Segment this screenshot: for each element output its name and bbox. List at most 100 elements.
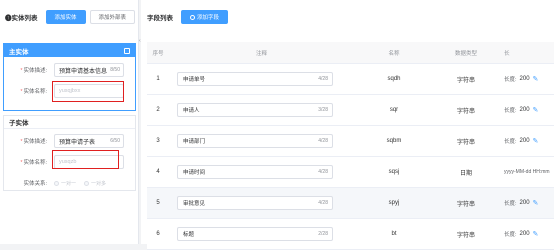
note-count: 3/28: [318, 107, 328, 113]
length-label: 长度:: [504, 108, 517, 114]
note-count: 4/28: [318, 200, 328, 206]
entity-list-header: ❶实体列表 添加实体 添加外部表: [0, 0, 138, 34]
note-cell: 标题 2/28: [169, 219, 354, 249]
row-number: 2: [156, 107, 160, 113]
note-input[interactable]: 申请部门 4/28: [177, 134, 333, 148]
main-entity-desc-input[interactable]: 预算申请基本信息 8/50: [54, 63, 124, 77]
length-label: 长度:: [504, 201, 517, 207]
sub-entity-desc-count: 6/50: [110, 138, 120, 144]
sub-entity-relation-row: 实体关系: 一对一 一对多: [4, 174, 137, 192]
relation-radio-group: 一对一 一对多: [54, 180, 114, 187]
note-cell: 申请时间 4/28: [169, 157, 354, 187]
note-value: 申请时间: [183, 170, 206, 176]
relation-one-to-one[interactable]: 一对一: [54, 180, 76, 187]
plus-circle-icon: [190, 14, 195, 20]
length-cell: 长度: 200 ✎: [498, 106, 554, 114]
entity-list-title: ❶实体列表: [5, 15, 38, 22]
add-field-label: 添加字段: [197, 15, 220, 21]
length-value: 200: [519, 76, 530, 82]
col-type-header: 数据类型: [454, 50, 477, 57]
radio-icon: [54, 180, 59, 186]
sub-entity-desc-value: 预算申请子表: [59, 139, 96, 146]
data-type: 字符串: [456, 139, 475, 146]
row-number: 1: [156, 76, 160, 82]
data-type: 字符串: [456, 232, 475, 239]
add-entity-button[interactable]: 添加实体: [45, 10, 86, 24]
row-number: 3: [156, 138, 160, 144]
row-number: 5: [156, 200, 160, 206]
length-cell: 长度: 200 ✎: [498, 230, 554, 238]
length-cell: 长度: 200 ✎: [498, 75, 554, 83]
note-input[interactable]: 申请时间 4/28: [177, 165, 333, 179]
main-entity-desc-value: 预算申请基本信息: [59, 68, 108, 75]
date-format: yyyy-MM-dd HH:mm: [504, 169, 550, 175]
length-cell: yyyy-MM-dd HH:mm: [498, 169, 554, 175]
table-row: 6 标题 2/28 bt 字符串 长度: 200 ✎: [147, 219, 554, 250]
relation-one-to-many-label: 一对多: [91, 180, 107, 187]
edit-icon[interactable]: ✎: [533, 106, 539, 114]
table-header: 序号 注释 名称 数据类型 长: [147, 42, 554, 64]
data-type: 日期: [459, 170, 472, 177]
table-row: 3 申请部门 4/28 sqbm 字符串 长度: 200 ✎: [147, 126, 554, 157]
highlight-box: [52, 81, 124, 102]
edit-icon[interactable]: ✎: [533, 199, 539, 207]
table-body: 1 申请单号 4/28 sqdh 字符串 长度: 200 ✎ 2 申请人 3/28 sqr 字符串 长度:…: [147, 64, 554, 250]
note-input[interactable]: 申请单号 4/28: [177, 72, 333, 86]
field-name: spyj: [388, 200, 400, 206]
sub-entity-name-label: 实体名称:: [23, 160, 47, 166]
length-value: 200: [519, 200, 530, 206]
sub-entity-desc-row: *实体描述: 预算申请子表 6/50: [4, 132, 137, 150]
data-type: 字符串: [456, 77, 475, 84]
sub-entity-card-header: 子实体: [4, 116, 135, 129]
note-input[interactable]: 审批意见 4/28: [177, 196, 333, 210]
field-table: 序号 注释 名称 数据类型 长 1 申请单号 4/28 sqdh 字符串 长度: 200 ✎ 2…: [147, 42, 554, 250]
main-entity-desc-label: 实体描述:: [23, 68, 47, 74]
col-name-header: 名称: [388, 50, 400, 57]
field-list-header: 字段列表 添加字段: [141, 0, 554, 34]
add-field-button[interactable]: 添加字段: [181, 10, 229, 24]
data-type: 字符串: [456, 201, 475, 208]
relation-one-to-many[interactable]: 一对多: [84, 180, 106, 187]
table-row: 1 申请单号 4/28 sqdh 字符串 长度: 200 ✎: [147, 64, 554, 95]
note-value: 申请单号: [183, 77, 206, 83]
note-count: 2/28: [318, 231, 328, 237]
field-list-title: 字段列表: [147, 15, 173, 22]
note-value: 标题: [183, 232, 195, 238]
col-len-header: 长: [504, 50, 510, 57]
col-note-header: 注释: [255, 50, 267, 57]
table-row: 5 审批意见 4/28 spyj 字符串 长度: 200 ✎: [147, 188, 554, 219]
copy-icon[interactable]: [124, 47, 130, 54]
main-entity-title: 主实体: [9, 48, 29, 56]
note-value: 审批意见: [183, 201, 206, 207]
note-count: 4/28: [318, 138, 328, 144]
field-name: sqsj: [388, 169, 400, 175]
add-foreign-table-button[interactable]: 添加外部表: [89, 10, 136, 24]
main-entity-desc-row: *实体描述: 预算申请基本信息 8/50: [4, 61, 137, 79]
relation-one-to-one-label: 一对一: [61, 180, 77, 187]
col-no-header: 序号: [152, 50, 164, 57]
sub-entity-desc-input[interactable]: 预算申请子表 6/50: [54, 134, 124, 148]
data-type: 字符串: [456, 108, 475, 115]
note-value: 申请人: [183, 108, 200, 114]
note-value: 申请部门: [183, 139, 206, 145]
edit-icon[interactable]: ✎: [533, 75, 539, 83]
edit-icon[interactable]: ✎: [533, 137, 539, 145]
length-value: 200: [519, 231, 530, 237]
note-cell: 审批意见 4/28: [169, 188, 354, 218]
note-count: 4/28: [318, 169, 328, 175]
field-name: sqdh: [387, 76, 401, 82]
entity-list-panel: ❶实体列表 添加实体 添加外部表 主实体 *实体描述: 预算申请基本信息 8/5…: [0, 0, 139, 244]
length-label: 长度:: [504, 77, 517, 83]
length-label: 长度:: [504, 139, 517, 145]
row-number: 4: [156, 169, 160, 175]
length-value: 200: [519, 138, 530, 144]
edit-icon[interactable]: ✎: [533, 230, 539, 238]
highlight-box: [52, 150, 119, 169]
table-row: 2 申请人 3/28 sqr 字符串 长度: 200 ✎: [147, 95, 554, 126]
length-label: 长度:: [504, 232, 517, 238]
note-input[interactable]: 标题 2/28: [177, 227, 333, 241]
note-cell: 申请部门 4/28: [169, 126, 354, 156]
row-number: 6: [156, 231, 160, 237]
note-cell: 申请单号 4/28: [169, 64, 354, 94]
note-input[interactable]: 申请人 3/28: [177, 103, 333, 117]
